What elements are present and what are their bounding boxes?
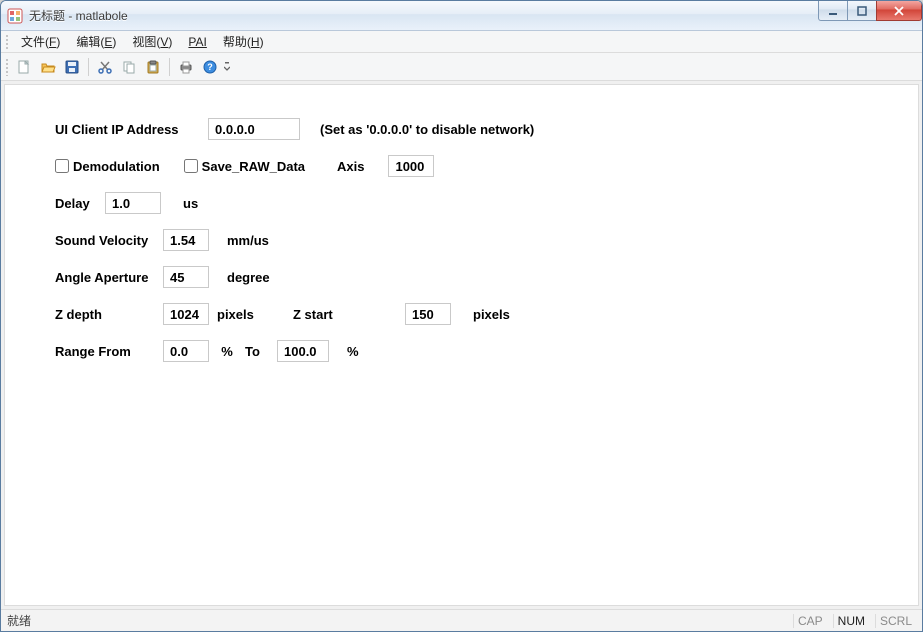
save-raw-checkbox[interactable]: Save_RAW_Data bbox=[184, 159, 305, 174]
delay-unit: us bbox=[183, 196, 198, 211]
status-num: NUM bbox=[833, 614, 869, 628]
toolbar-grip bbox=[5, 58, 9, 76]
save-raw-checkbox-input[interactable] bbox=[184, 159, 198, 173]
title-bar: 无标题 - matlabole bbox=[1, 1, 922, 31]
toolbar-separator bbox=[169, 58, 170, 76]
close-icon bbox=[892, 4, 906, 18]
maximize-icon bbox=[856, 5, 868, 17]
status-ready: 就绪 bbox=[7, 612, 31, 629]
svg-text:?: ? bbox=[207, 62, 213, 72]
copy-icon bbox=[121, 59, 137, 75]
range-from-unit: % bbox=[217, 344, 237, 359]
save-icon bbox=[64, 59, 80, 75]
menu-help[interactable]: 帮助(H) bbox=[215, 31, 272, 52]
status-bar: 就绪 CAP NUM SCRL bbox=[1, 609, 922, 631]
copy-button[interactable] bbox=[118, 56, 140, 78]
ip-hint: (Set as '0.0.0.0' to disable network) bbox=[320, 122, 534, 137]
menu-file[interactable]: 文件(F) bbox=[13, 31, 68, 52]
form-panel: UI Client IP Address (Set as '0.0.0.0' t… bbox=[4, 84, 919, 606]
toolbar-overflow[interactable] bbox=[223, 56, 231, 78]
toolbar: ? bbox=[1, 53, 922, 81]
minimize-icon bbox=[827, 5, 839, 17]
help-icon: ? bbox=[202, 59, 218, 75]
sound-velocity-label: Sound Velocity bbox=[55, 233, 155, 248]
z-depth-label: Z depth bbox=[55, 307, 155, 322]
z-start-unit: pixels bbox=[473, 307, 510, 322]
menu-view[interactable]: 视图(V) bbox=[124, 31, 180, 52]
app-window: 无标题 - matlabole 文件(F) 编辑(E) 视图(V) PAI 帮助… bbox=[0, 0, 923, 632]
new-file-icon bbox=[16, 59, 32, 75]
angle-aperture-input[interactable] bbox=[163, 266, 209, 288]
range-to-unit: % bbox=[347, 344, 359, 359]
minimize-button[interactable] bbox=[818, 1, 848, 21]
z-start-input[interactable] bbox=[405, 303, 451, 325]
paste-button[interactable] bbox=[142, 56, 164, 78]
demodulation-checkbox[interactable]: Demodulation bbox=[55, 159, 160, 174]
demodulation-checkbox-input[interactable] bbox=[55, 159, 69, 173]
menu-bar: 文件(F) 编辑(E) 视图(V) PAI 帮助(H) bbox=[1, 31, 922, 53]
chevron-down-icon bbox=[224, 61, 230, 73]
app-icon bbox=[7, 8, 23, 24]
menu-pai[interactable]: PAI bbox=[180, 33, 214, 51]
delay-input[interactable] bbox=[105, 192, 161, 214]
angle-aperture-unit: degree bbox=[227, 270, 270, 285]
axis-input[interactable] bbox=[388, 155, 434, 177]
print-icon bbox=[178, 59, 194, 75]
range-from-label: Range From bbox=[55, 344, 155, 359]
cut-icon bbox=[97, 59, 113, 75]
status-indicators: CAP NUM SCRL bbox=[793, 614, 916, 628]
delay-label: Delay bbox=[55, 196, 97, 211]
print-button[interactable] bbox=[175, 56, 197, 78]
sound-velocity-input[interactable] bbox=[163, 229, 209, 251]
window-controls bbox=[819, 1, 922, 21]
range-from-input[interactable] bbox=[163, 340, 209, 362]
new-file-button[interactable] bbox=[13, 56, 35, 78]
ip-label: UI Client IP Address bbox=[55, 122, 200, 137]
close-button[interactable] bbox=[876, 1, 922, 21]
cut-button[interactable] bbox=[94, 56, 116, 78]
toolbar-separator bbox=[88, 58, 89, 76]
window-title: 无标题 - matlabole bbox=[29, 7, 128, 24]
maximize-button[interactable] bbox=[847, 1, 877, 21]
menubar-grip bbox=[5, 34, 9, 50]
range-to-label: To bbox=[245, 344, 269, 359]
range-to-input[interactable] bbox=[277, 340, 329, 362]
z-depth-input[interactable] bbox=[163, 303, 209, 325]
demodulation-label: Demodulation bbox=[73, 159, 160, 174]
angle-aperture-label: Angle Aperture bbox=[55, 270, 155, 285]
help-button[interactable]: ? bbox=[199, 56, 221, 78]
axis-label: Axis bbox=[337, 159, 364, 174]
status-cap: CAP bbox=[793, 614, 827, 628]
client-outer: UI Client IP Address (Set as '0.0.0.0' t… bbox=[1, 81, 922, 609]
save-button[interactable] bbox=[61, 56, 83, 78]
open-folder-icon bbox=[40, 59, 56, 75]
status-scrl: SCRL bbox=[875, 614, 916, 628]
menu-edit[interactable]: 编辑(E) bbox=[68, 31, 124, 52]
open-button[interactable] bbox=[37, 56, 59, 78]
ip-input[interactable] bbox=[208, 118, 300, 140]
paste-icon bbox=[145, 59, 161, 75]
sound-velocity-unit: mm/us bbox=[227, 233, 269, 248]
z-start-label: Z start bbox=[293, 307, 397, 322]
z-depth-unit: pixels bbox=[217, 307, 265, 322]
save-raw-label: Save_RAW_Data bbox=[202, 159, 305, 174]
